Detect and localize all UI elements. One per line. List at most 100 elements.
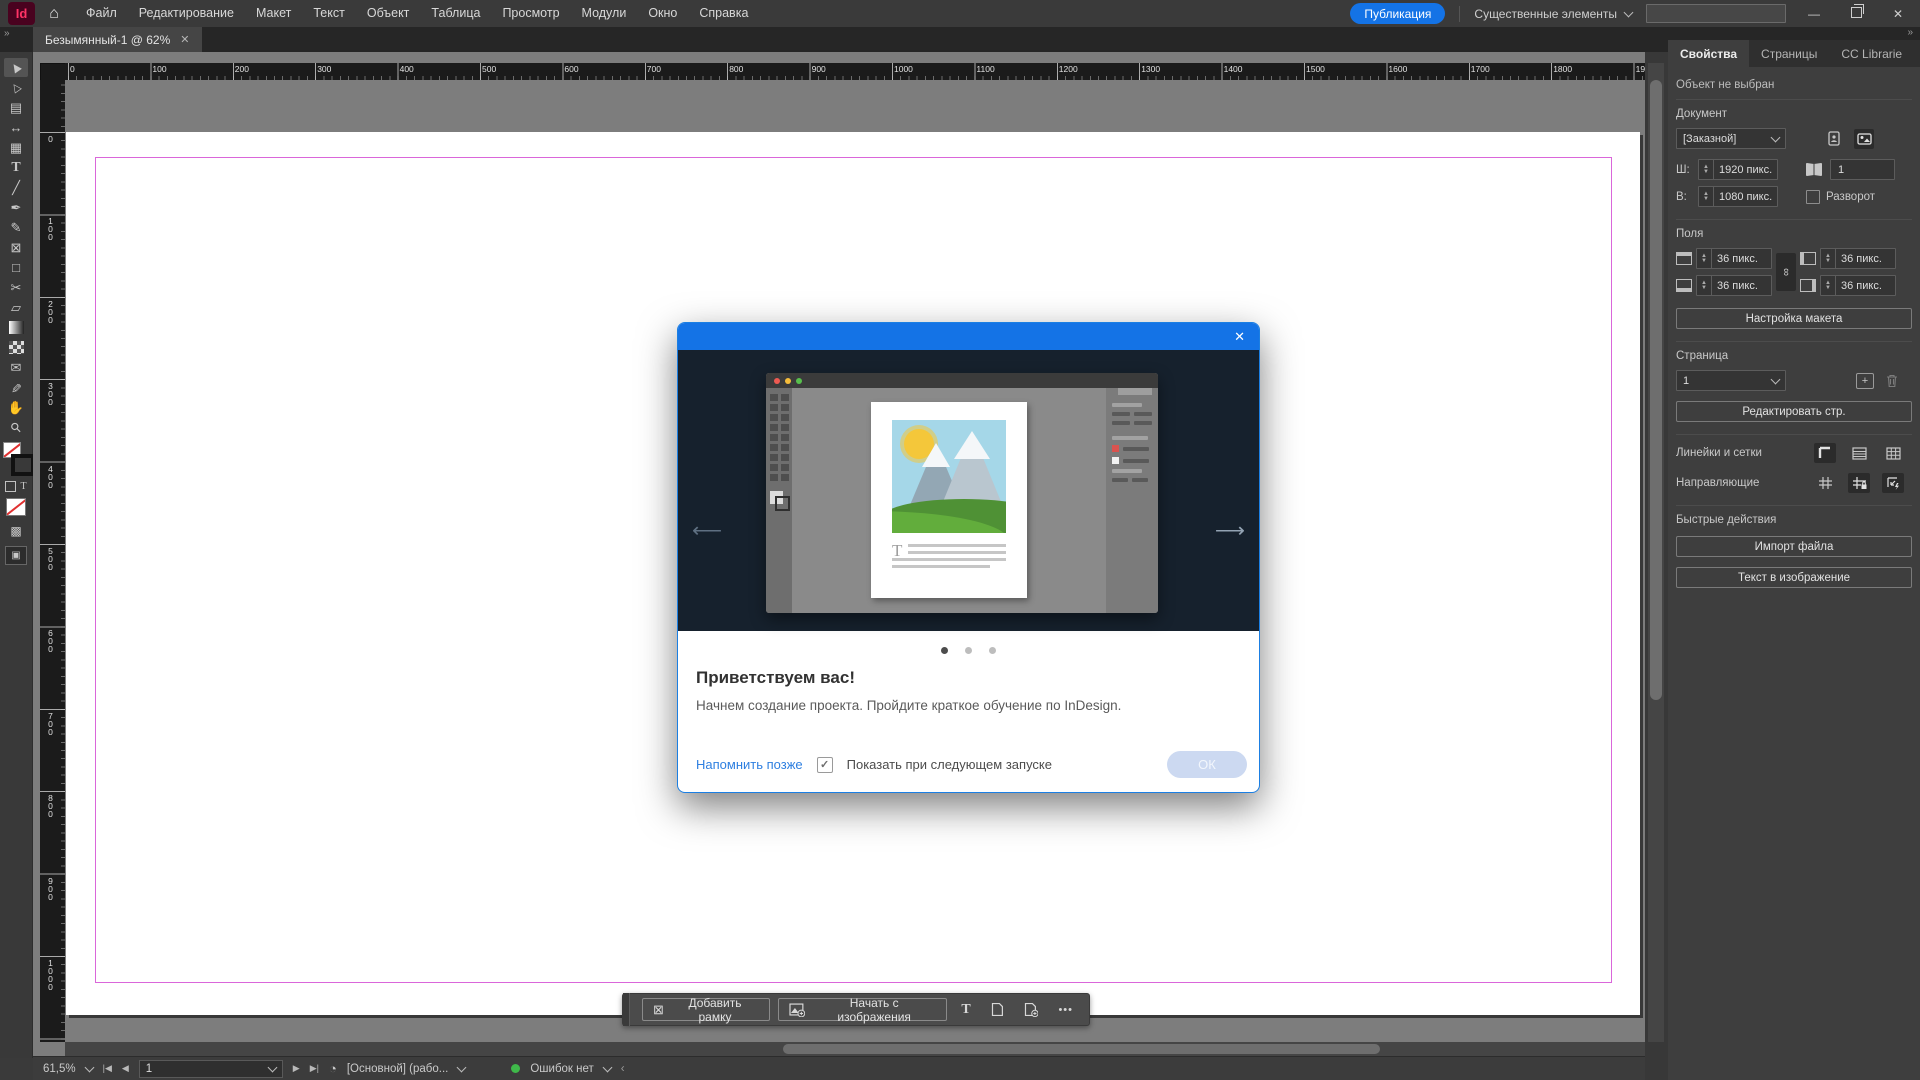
vertical-scrollbar-thumb[interactable] xyxy=(1650,80,1662,700)
zoom-level[interactable]: 61,5% xyxy=(43,1063,76,1075)
margin-inner-field[interactable]: ▲▼ 36 пикс. xyxy=(1820,248,1896,269)
note-tool[interactable]: ✉ xyxy=(4,358,28,377)
fill-stroke-swatches[interactable] xyxy=(3,442,29,476)
menu-item[interactable]: Просмотр xyxy=(491,0,570,27)
page-tool[interactable]: ▤ xyxy=(4,98,28,117)
text-to-image-button[interactable]: Текст в изображение xyxy=(1676,567,1912,588)
panel-tab[interactable]: Страницы xyxy=(1749,40,1829,67)
selection-tool[interactable]: ▶ xyxy=(4,58,28,77)
eyedropper-tool[interactable]: ✐ xyxy=(4,378,28,397)
gap-tool[interactable]: ↔ xyxy=(4,118,28,137)
add-text-button[interactable]: T xyxy=(955,1002,976,1018)
frame-tool[interactable]: ⊠ xyxy=(4,238,28,257)
direct-selection-tool[interactable]: ▷ xyxy=(4,78,28,97)
link-margins-toggle[interactable]: ∞ xyxy=(1776,253,1796,291)
menu-item[interactable]: Файл xyxy=(75,0,128,27)
height-field[interactable]: ▲▼ 1080 пикс. xyxy=(1698,186,1778,207)
margin-bottom-field[interactable]: ▲▼ 36 пикс. xyxy=(1696,275,1772,296)
menu-item[interactable]: Редактирование xyxy=(128,0,245,27)
rectangle-tool[interactable]: □ xyxy=(4,258,28,277)
facing-pages-checkbox[interactable] xyxy=(1806,190,1820,204)
baseline-grid-button[interactable] xyxy=(1848,443,1870,463)
minimize-button[interactable]: — xyxy=(1800,7,1828,21)
panel-tab[interactable]: Свойства xyxy=(1668,40,1749,67)
first-page-button[interactable]: |◀ xyxy=(103,1063,112,1074)
edit-page-button[interactable]: Редактировать стр. xyxy=(1676,401,1912,422)
width-field[interactable]: ▲▼ 1920 пикс. xyxy=(1698,159,1778,180)
collapse-status-icon[interactable]: ‹ xyxy=(621,1063,625,1075)
pencil-tool[interactable]: ✎ xyxy=(4,218,28,237)
horizontal-scrollbar-thumb[interactable] xyxy=(783,1044,1380,1054)
margin-outer-stepper[interactable]: ▲▼ xyxy=(1821,276,1836,295)
carousel-dot-2[interactable] xyxy=(965,647,972,654)
margin-outer-field[interactable]: ▲▼ 36 пикс. xyxy=(1820,275,1896,296)
next-page-button[interactable]: ▶ xyxy=(293,1063,300,1074)
smart-guides-button[interactable] xyxy=(1882,473,1904,493)
add-frame-button[interactable]: ⊠ Добавить рамку xyxy=(642,998,770,1021)
lock-guides-button[interactable] xyxy=(1848,473,1870,493)
zoom-tool[interactable]: ⚲ xyxy=(4,418,28,437)
gradient-feather-tool[interactable] xyxy=(4,338,28,357)
preflight-status[interactable]: Ошибок нет xyxy=(530,1063,593,1075)
height-stepper[interactable]: ▲▼ xyxy=(1699,187,1714,206)
layout-adjust-button[interactable]: Настройка макета xyxy=(1676,308,1912,329)
carousel-dot-1[interactable] xyxy=(941,647,948,654)
free-transform-tool[interactable]: ▱ xyxy=(4,298,28,317)
gradient-swatch-tool[interactable] xyxy=(4,318,28,337)
tab-close-icon[interactable]: ✕ xyxy=(180,33,189,46)
panel-tab[interactable]: CC Librarie xyxy=(1829,40,1914,67)
pen-tool[interactable]: ✒ xyxy=(4,198,28,217)
menu-item[interactable]: Текст xyxy=(302,0,355,27)
home-icon[interactable]: ⌂ xyxy=(41,5,67,23)
hand-tool[interactable]: ✋ xyxy=(4,398,28,417)
apply-gradient-icon[interactable]: ▩ xyxy=(10,524,21,538)
show-on-startup-checkbox[interactable]: ✓ xyxy=(817,757,833,773)
vertical-scrollbar[interactable] xyxy=(1648,63,1664,1042)
preflight-icon[interactable]: ◔ xyxy=(329,1061,337,1076)
restore-button[interactable] xyxy=(1842,7,1870,21)
more-options-button[interactable]: ••• xyxy=(1052,1004,1079,1016)
scissors-tool[interactable]: ✂ xyxy=(4,278,28,297)
workspace-switcher[interactable]: Существенные элементы xyxy=(1474,7,1632,21)
import-file-button[interactable]: Импорт файла xyxy=(1676,536,1912,557)
delete-page-icon[interactable] xyxy=(1886,374,1898,388)
search-input[interactable] xyxy=(1646,4,1786,23)
landscape-orientation-button[interactable] xyxy=(1854,129,1874,149)
line-tool[interactable]: ╱ xyxy=(4,178,28,197)
publish-button[interactable]: Публикация xyxy=(1350,3,1445,24)
document-grid-button[interactable] xyxy=(1882,443,1904,463)
previous-page-button[interactable]: ◀ xyxy=(122,1063,129,1074)
add-page-button[interactable]: + xyxy=(1856,373,1874,389)
margin-inner-stepper[interactable]: ▲▼ xyxy=(1821,249,1836,268)
toolbar-grip[interactable] xyxy=(623,993,630,1026)
menu-item[interactable]: Окно xyxy=(637,0,688,27)
ok-button[interactable]: ОК xyxy=(1167,751,1247,778)
portrait-orientation-button[interactable] xyxy=(1824,129,1844,149)
carousel-next-icon[interactable]: ⟶ xyxy=(1215,518,1245,543)
page-size-preset-select[interactable]: [Заказной] xyxy=(1676,128,1786,149)
width-stepper[interactable]: ▲▼ xyxy=(1699,160,1714,179)
stroke-swatch[interactable] xyxy=(11,454,35,476)
show-rulers-button[interactable] xyxy=(1814,443,1836,463)
indesign-logo-icon[interactable]: Id xyxy=(8,2,35,25)
new-page-icon[interactable] xyxy=(985,1002,1010,1017)
close-button[interactable]: ✕ xyxy=(1884,7,1912,21)
last-page-button[interactable]: ▶| xyxy=(310,1063,319,1074)
horizontal-scrollbar[interactable] xyxy=(65,1042,1645,1056)
document-tab[interactable]: Безымянный-1 @ 62% ✕ xyxy=(33,27,202,52)
menu-item[interactable]: Таблица xyxy=(420,0,491,27)
add-page-button[interactable] xyxy=(1018,1002,1045,1017)
master-page-selector[interactable]: [Основной] (рабо... xyxy=(347,1063,449,1075)
type-tool[interactable]: T xyxy=(4,158,28,177)
content-collector-tool[interactable]: ▦ xyxy=(4,138,28,157)
show-guides-button[interactable] xyxy=(1814,473,1836,493)
screen-mode-button[interactable]: ▣ xyxy=(5,546,27,565)
remind-later-link[interactable]: Напомнить позже xyxy=(696,757,803,772)
apply-none-button[interactable] xyxy=(6,498,26,516)
formatting-affects-toggle[interactable]: T xyxy=(5,481,26,492)
start-with-image-button[interactable]: Начать с изображения xyxy=(778,998,947,1021)
pages-count-field[interactable]: 1 xyxy=(1830,159,1895,180)
page-select[interactable]: 1 xyxy=(1676,370,1786,391)
menu-item[interactable]: Справка xyxy=(688,0,759,27)
dock-collapse-icon[interactable]: » xyxy=(4,28,9,39)
